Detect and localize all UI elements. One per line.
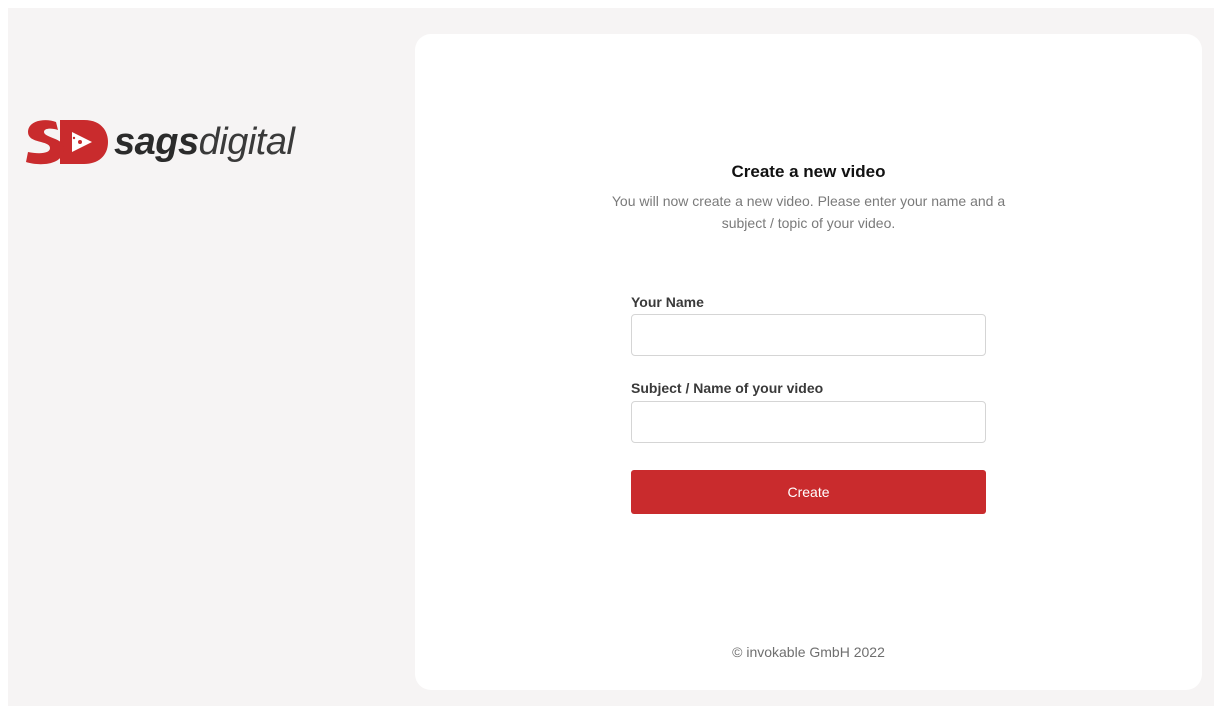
your-name-label: Your Name <box>631 294 704 310</box>
brand-wordmark: sagsdigital <box>114 121 295 163</box>
brand-logo: sagsdigital <box>22 116 295 168</box>
subject-input[interactable] <box>631 401 986 443</box>
app-background: sagsdigital Create a new video You will … <box>8 8 1214 706</box>
create-button[interactable]: Create <box>631 470 986 514</box>
subject-label: Subject / Name of your video <box>631 380 824 396</box>
form-title: Create a new video <box>731 162 886 181</box>
footer-copyright: © invokable GmbH 2022 <box>732 644 885 660</box>
your-name-input[interactable] <box>631 314 986 356</box>
sd-logo-mark <box>26 120 108 165</box>
form-subtitle: You will now create a new video. Please … <box>611 193 1006 231</box>
brand-name-light: digital <box>198 121 295 163</box>
brand-name-bold: sags <box>114 121 199 163</box>
create-video-card: Create a new video You will now create a… <box>415 34 1202 690</box>
